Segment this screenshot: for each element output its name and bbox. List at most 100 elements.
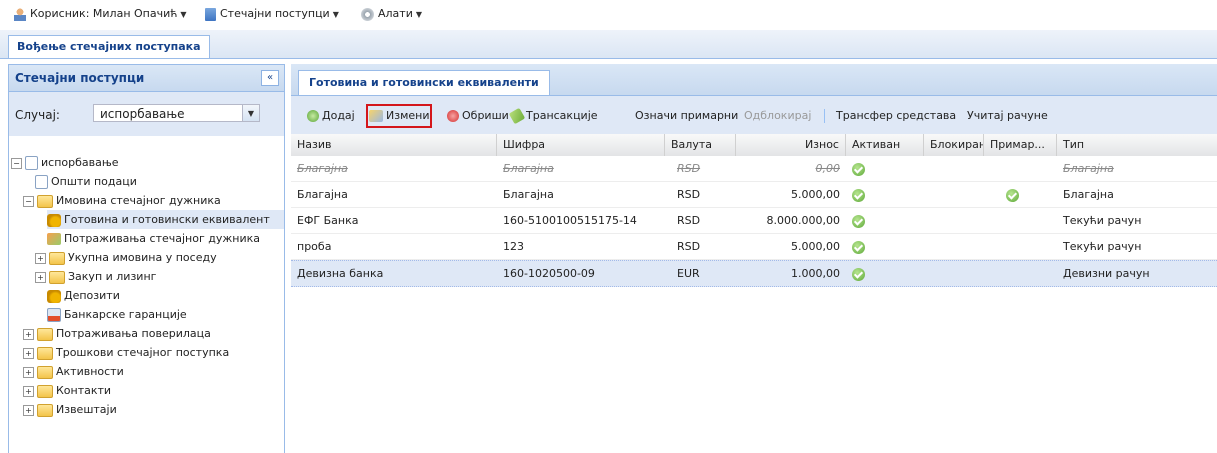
edit-button[interactable]: Измени [365, 104, 433, 128]
cell-code: 160-5100100515175-14 [503, 214, 637, 227]
tab-cash-equivalents[interactable]: Готовина и готовински еквиваленти [298, 70, 550, 95]
cell-amount: 1.000,00 [791, 267, 840, 280]
cell-active [846, 182, 924, 207]
folder-icon [37, 403, 53, 417]
case-selector-row: Случај: испорбавање ▼ [9, 92, 284, 136]
tree-node-cash-equivalents[interactable]: Готовина и готовински еквивалент [47, 210, 284, 229]
folder-icon [37, 327, 53, 341]
expand-toggle-icon[interactable]: + [23, 347, 34, 359]
cell-amount: 0,00 [815, 162, 841, 175]
expand-toggle-icon[interactable]: + [35, 271, 46, 283]
cell-name: Девизна банка [297, 267, 384, 280]
tools-menu[interactable]: Алати ▼ [361, 6, 422, 22]
tree-node-contacts[interactable]: + Контакти [23, 381, 111, 400]
procedures-menu[interactable]: Стечајни поступци ▼ [205, 6, 339, 22]
tree-node-debtor-assets[interactable]: − Имовина стечајног дужника [23, 191, 221, 210]
collapse-panel-button[interactable]: « [261, 70, 279, 86]
collapse-toggle-icon[interactable]: − [23, 195, 34, 207]
column-header-amount[interactable]: Износ [736, 134, 846, 156]
tree-node-label: Закуп и лизинг [68, 270, 157, 283]
check-icon [1006, 188, 1019, 202]
tree-node-label: Општи подаци [51, 175, 137, 188]
add-button-label: Додај [322, 109, 355, 122]
table-row-selected[interactable]: Девизна банка 160-1020500-09 EUR 1.000,0… [291, 260, 1217, 287]
folder-icon [37, 384, 53, 398]
transactions-button-label: Трансакције [526, 109, 598, 122]
expand-toggle-icon[interactable]: + [23, 385, 34, 397]
check-icon [852, 188, 865, 202]
delete-button[interactable]: Обриши [447, 107, 509, 125]
column-header-type[interactable]: Тип [1057, 134, 1217, 156]
cell-active [846, 156, 924, 181]
tree-node-label: Готовина и готовински еквивалент [64, 213, 270, 226]
cell-code: Благајна [503, 188, 554, 201]
cell-type: Девизни рачун [1063, 267, 1150, 280]
tree-node-label: Депозити [64, 289, 120, 302]
folder-icon [49, 251, 65, 265]
cell-currency: RSD [677, 162, 701, 175]
tree-node-general-data[interactable]: Општи подаци [35, 172, 137, 191]
grid-header: Назив Шифра Валута Износ Активан Блокира… [291, 134, 1217, 157]
table-row[interactable]: Благајна Благајна RSD 5.000,00 Благајна [291, 182, 1217, 208]
transfer-funds-button[interactable]: Трансфер средстава [836, 107, 956, 125]
column-header-primary[interactable]: Примар... [984, 134, 1057, 156]
tree-node-lease[interactable]: + Закуп и лизинг [35, 267, 156, 286]
transactions-button[interactable]: Трансакције [508, 107, 598, 125]
edit-button-label: Измени [386, 109, 430, 122]
tree-node-total-assets[interactable]: + Укупна имовина у поседу [35, 248, 217, 267]
cell-code: 160-1020500-09 [503, 267, 595, 280]
tree-node-creditor-claims[interactable]: + Потраживања поверилаца [23, 324, 211, 343]
tree-node-label: Потраживања поверилаца [56, 327, 211, 340]
expand-toggle-icon[interactable]: + [23, 366, 34, 378]
check-icon [852, 240, 865, 254]
expand-toggle-icon[interactable]: + [23, 328, 34, 340]
chevron-down-icon: ▼ [332, 10, 339, 19]
user-menu[interactable]: Корисник: Милан Опачић ▼ [14, 6, 187, 22]
cell-name: Благајна [297, 188, 348, 201]
column-header-name[interactable]: Назив [291, 134, 497, 156]
cell-amount: 5.000,00 [791, 188, 840, 201]
mark-primary-button[interactable]: Означи примарни [635, 107, 738, 125]
tree-node-activities[interactable]: + Активности [23, 362, 124, 381]
cell-code: 123 [503, 240, 524, 253]
add-button[interactable]: Додај [307, 107, 355, 125]
coins-icon [47, 213, 61, 227]
collapse-toggle-icon[interactable]: − [11, 157, 22, 169]
user-icon [14, 7, 26, 21]
column-header-code[interactable]: Шифра [497, 134, 665, 156]
toolbar-separator [824, 109, 825, 123]
cell-amount: 5.000,00 [791, 240, 840, 253]
tree-node-deposits[interactable]: Депозити [47, 286, 120, 305]
tree-node-debtor-receivables[interactable]: Потраживања стечајног дужника [47, 229, 260, 248]
column-header-currency[interactable]: Валута [665, 134, 736, 156]
tree-node-reports[interactable]: + Извештаји [23, 400, 117, 419]
check-icon [852, 267, 865, 281]
unblock-label: Одблокирај [744, 109, 812, 122]
folder-open-icon [37, 194, 53, 208]
coins-icon [47, 289, 61, 303]
cell-type: Текући рачун [1063, 214, 1142, 227]
case-select[interactable]: испорбавање [93, 104, 243, 122]
unblock-button[interactable]: Одблокирај [744, 107, 811, 125]
tree-node-label: Контакти [56, 384, 112, 397]
table-row[interactable]: Благајна Благајна RSD 0,00 Благајна [291, 156, 1217, 182]
tab-bankruptcy-management[interactable]: Вођење стечајних поступака [8, 35, 210, 58]
tree-node-costs[interactable]: + Трошкови стечајног поступка [23, 343, 229, 362]
chevron-down-icon[interactable]: ▼ [243, 104, 260, 122]
gear-icon [361, 7, 374, 21]
cell-code: Благајна [503, 162, 554, 175]
expand-toggle-icon[interactable]: + [35, 252, 46, 264]
table-row[interactable]: проба 123 RSD 5.000,00 Текући рачун [291, 234, 1217, 260]
delete-button-label: Обриши [462, 109, 509, 122]
tree-node-case[interactable]: − испорбавање [11, 153, 119, 172]
load-accounts-button[interactable]: Учитај рачуне [967, 107, 1048, 125]
column-header-active[interactable]: Активан [846, 134, 924, 156]
tree-node-label: Банкарске гаранције [64, 308, 187, 321]
table-row[interactable]: ЕФГ Банка 160-5100100515175-14 RSD 8.000… [291, 208, 1217, 234]
tree-node-bank-guarantees[interactable]: Банкарске гаранције [47, 305, 187, 324]
folder-icon [37, 365, 53, 379]
transactions-icon [508, 107, 526, 125]
expand-toggle-icon[interactable]: + [23, 404, 34, 416]
column-header-blocked[interactable]: Блокиран [924, 134, 984, 156]
procedures-panel: Стечајни поступци « Случај: испорбавање … [8, 64, 285, 453]
